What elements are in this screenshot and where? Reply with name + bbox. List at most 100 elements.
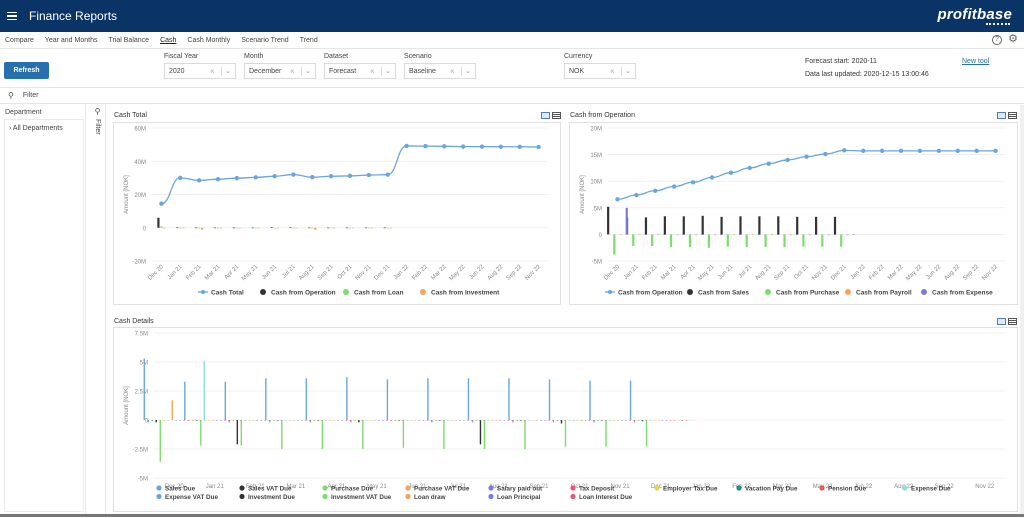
bar-sales-due[interactable] (225, 382, 226, 420)
bar-purchase-vat-due[interactable] (492, 420, 493, 421)
bar-cash-from-payroll[interactable] (714, 234, 716, 235)
bar-loan-interest-due[interactable] (309, 420, 310, 421)
bar-pension-due[interactable] (605, 420, 606, 421)
bar-cash-from-payroll[interactable] (695, 234, 697, 235)
legend-item-cash-from-investment[interactable]: Cash from Investment (420, 289, 500, 296)
point-cash-total[interactable] (442, 144, 446, 148)
bar-pension-due[interactable] (645, 420, 646, 421)
chart-view-icon[interactable] (997, 112, 1006, 119)
bar-loan-principal[interactable] (342, 420, 343, 421)
bar-pension-due[interactable] (240, 420, 241, 421)
bar-vacation-pay-due[interactable] (520, 420, 521, 421)
pin-icon[interactable]: ⚲ (8, 91, 14, 100)
legend-item-purchase-due[interactable]: Purchase Due (322, 485, 373, 492)
point-cash-from-operation[interactable] (842, 148, 846, 152)
bar-cash-from-purchase[interactable] (746, 234, 748, 247)
point-cash-total[interactable] (329, 174, 333, 178)
bar-purchase-due[interactable] (524, 420, 525, 449)
bar-cash-from-sales[interactable] (815, 217, 817, 235)
bar-vacation-pay-due[interactable] (358, 420, 359, 421)
bar-salary-paid-out[interactable] (500, 420, 501, 421)
bar-sales-due[interactable] (630, 381, 631, 420)
bar-cash-from-loan[interactable] (273, 228, 275, 229)
point-cash-total[interactable] (348, 174, 352, 178)
bar-employer-tax-due[interactable] (556, 420, 557, 421)
bar-purchase-vat-due[interactable] (370, 420, 371, 421)
bar-purchase-vat-due[interactable] (654, 420, 655, 421)
bar-purchase-due[interactable] (443, 420, 444, 449)
bar-cash-from-operation[interactable] (384, 228, 386, 229)
tab-trial-balance[interactable]: Trial Balance (108, 37, 149, 44)
bar-purchase-due[interactable] (160, 420, 161, 462)
bar-cash-from-sales[interactable] (796, 217, 798, 235)
bar-vacation-pay-due[interactable] (682, 420, 683, 421)
bar-cash-from-payroll[interactable] (827, 234, 829, 235)
bar-loan-principal[interactable] (463, 420, 464, 421)
bar-pension-due[interactable] (321, 420, 322, 421)
bar-cash-from-investment[interactable] (314, 228, 316, 230)
bar-purchase-due[interactable] (362, 420, 363, 449)
bar-pension-due[interactable] (524, 420, 525, 421)
bar-expense-due[interactable] (609, 420, 610, 421)
bar-vacation-pay-due[interactable] (641, 420, 642, 421)
bar-employer-tax-due[interactable] (273, 420, 274, 421)
bar-tax-deposit[interactable] (670, 420, 671, 421)
bar-loan-draw[interactable] (374, 420, 375, 421)
bar-expense-vat-due[interactable] (148, 420, 149, 422)
bar-sales-due[interactable] (589, 381, 590, 420)
bar-cash-from-loan[interactable] (217, 228, 219, 229)
bar-loan-principal[interactable] (666, 420, 667, 421)
bar-cash-from-purchase[interactable] (689, 234, 691, 247)
bar-cash-from-operation[interactable] (270, 227, 272, 228)
bar-cash-from-sales[interactable] (607, 207, 609, 235)
bar-investment-vat-due[interactable] (204, 420, 205, 421)
bar-tax-deposit[interactable] (427, 420, 428, 421)
legend-item-loan-draw[interactable]: Loan draw (405, 494, 445, 501)
bar-sales-due[interactable] (265, 378, 266, 420)
legend-item-sales-due[interactable]: Sales Due (156, 485, 195, 492)
point-cash-total[interactable] (178, 176, 182, 180)
point-cash-from-operation[interactable] (937, 149, 941, 153)
bar-loan-principal[interactable] (382, 420, 383, 421)
legend-item-cash-from-operation[interactable]: Cash from Operation (260, 289, 336, 296)
currency-select[interactable]: NOK × ⌄ (564, 63, 636, 79)
point-cash-from-operation[interactable] (993, 149, 997, 153)
bar-vacation-pay-due[interactable] (277, 420, 278, 421)
bar-loan-draw[interactable] (334, 420, 335, 421)
point-cash-total[interactable] (518, 145, 522, 149)
pin-icon[interactable]: ⚲ (90, 107, 105, 116)
bar-loan-principal[interactable] (544, 420, 545, 421)
legend-item-cash-from-operation[interactable]: Cash from Operation (605, 289, 683, 296)
chevron-down-icon[interactable]: ⌄ (625, 67, 631, 75)
tab-scenario-trend[interactable]: Scenario Trend (241, 37, 288, 44)
bar-employer-tax-due[interactable] (597, 420, 598, 421)
bar-loan-principal[interactable] (423, 420, 424, 421)
point-cash-total[interactable] (291, 172, 295, 176)
bar-cash-from-sales[interactable] (683, 216, 685, 234)
legend-item-cash-from-payroll[interactable]: Cash from Payroll (845, 289, 912, 296)
bar-expense-due[interactable] (204, 361, 205, 420)
bar-salary-paid-out[interactable] (297, 420, 298, 421)
bar-purchase-vat-due[interactable] (532, 420, 533, 421)
bar-cash-from-purchase[interactable] (840, 234, 842, 246)
bar-cash-from-purchase[interactable] (727, 234, 729, 246)
legend-item-loan-interest-due[interactable]: Loan Interest Due (570, 494, 632, 501)
bar-sales-due[interactable] (184, 382, 185, 420)
bar-employer-tax-due[interactable] (394, 420, 395, 421)
point-cash-total[interactable] (499, 145, 503, 149)
bar-expense-due[interactable] (285, 420, 286, 421)
legend-item-investment-due[interactable]: Investment Due (239, 494, 295, 501)
bar-salary-paid-out[interactable] (257, 420, 258, 421)
bar-sales-due[interactable] (549, 379, 550, 420)
bar-purchase-due[interactable] (646, 420, 647, 447)
bar-cash-from-operation[interactable] (176, 227, 178, 228)
bar-purchase-vat-due[interactable] (411, 420, 412, 421)
bar-loan-principal[interactable] (585, 420, 586, 421)
bar-cash-from-purchase[interactable] (651, 234, 653, 246)
bar-pension-due[interactable] (483, 420, 484, 421)
refresh-button[interactable]: Refresh (4, 62, 49, 79)
bar-purchase-due[interactable] (565, 420, 566, 447)
bar-vacation-pay-due[interactable] (479, 420, 480, 421)
chevron-down-icon[interactable]: ⌄ (385, 67, 391, 75)
bar-purchase-due[interactable] (241, 420, 242, 446)
